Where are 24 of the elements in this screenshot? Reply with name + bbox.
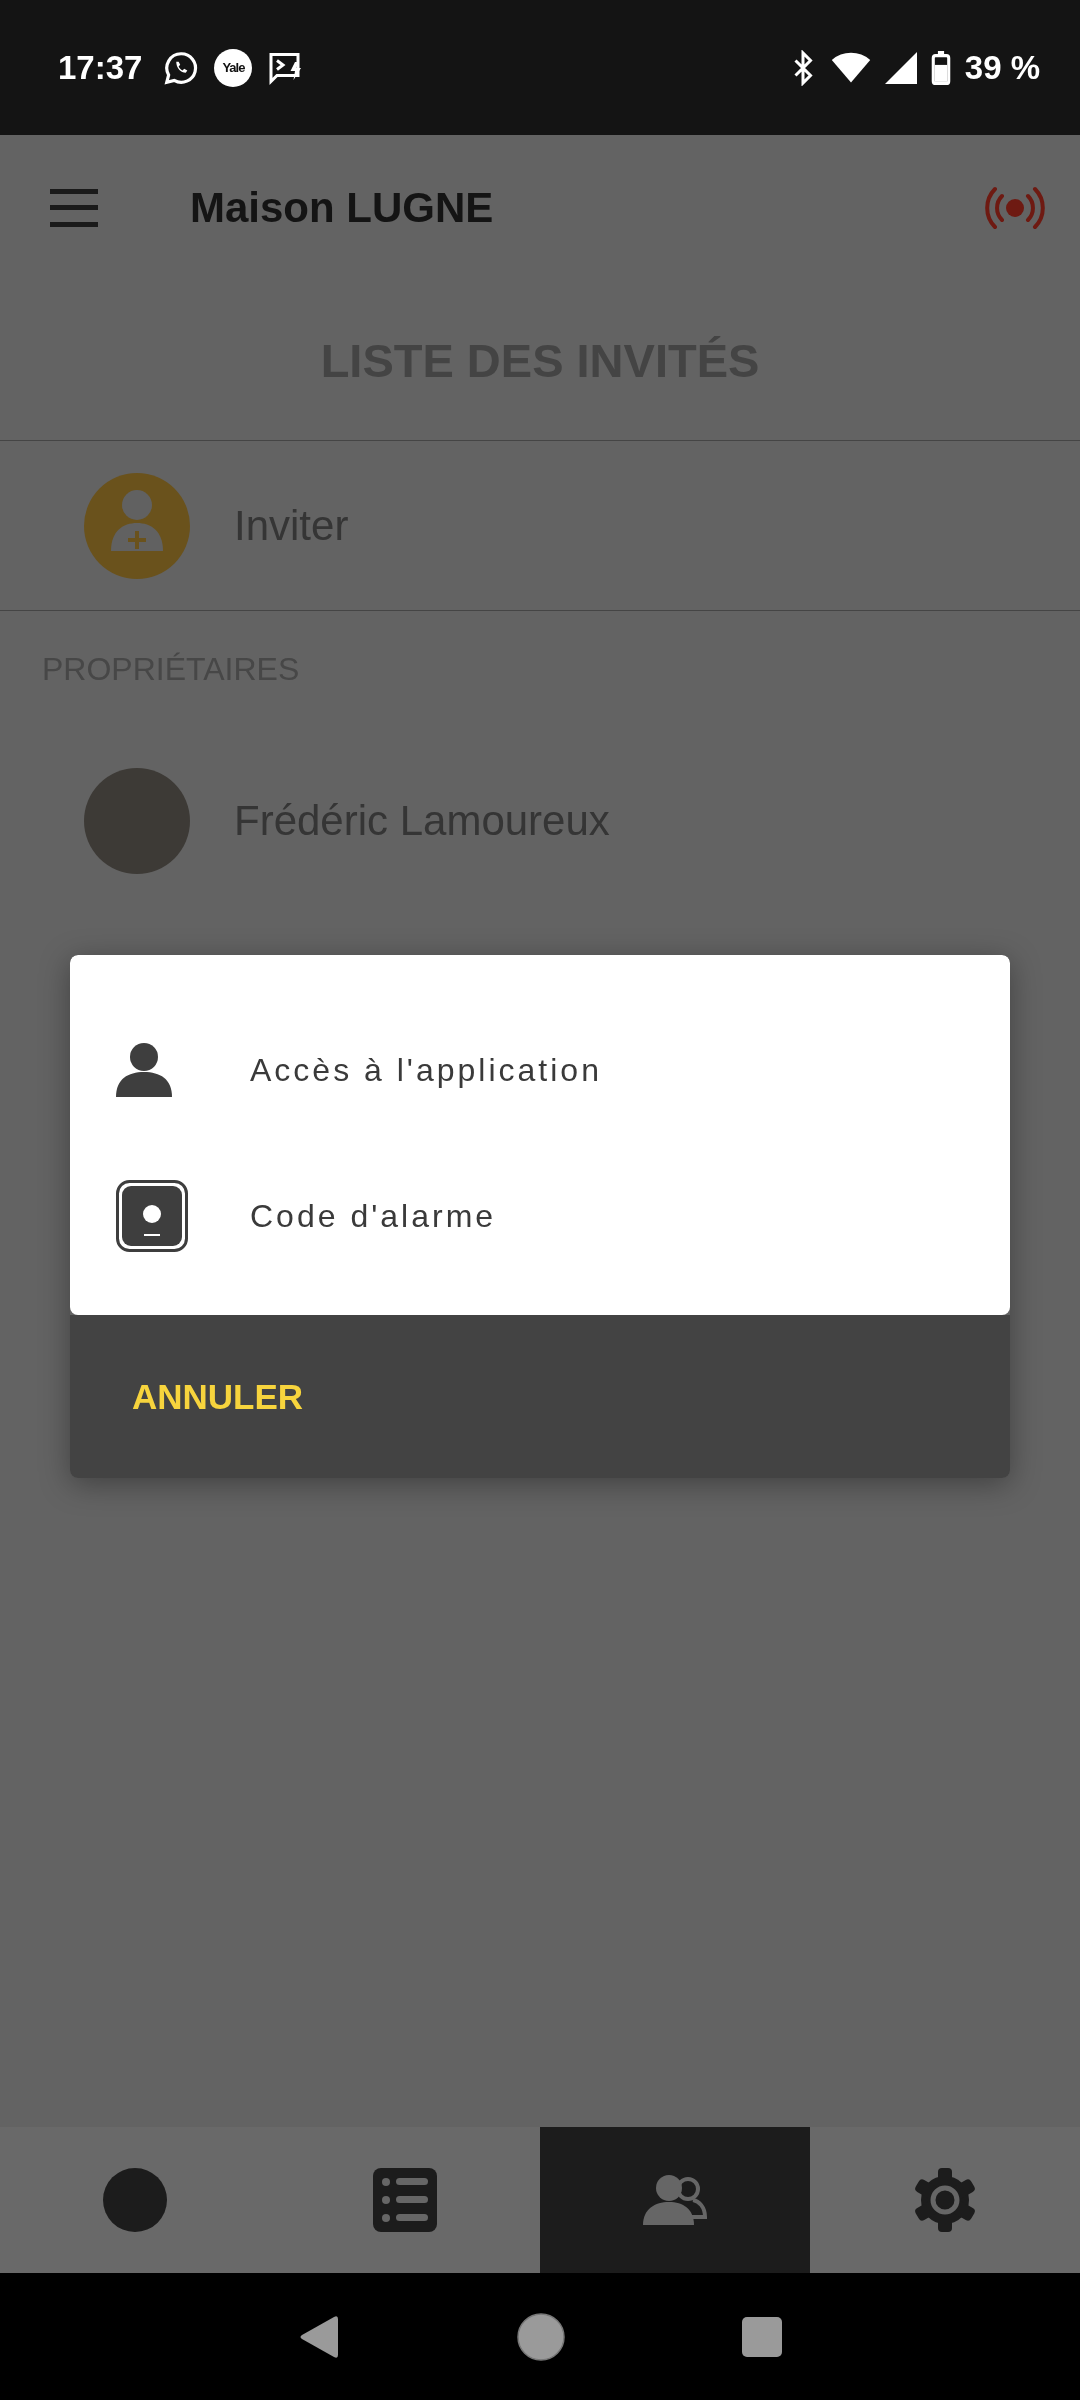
menu-button[interactable] [50,188,98,227]
home-title: Maison LUGNE [190,183,495,232]
back-icon[interactable] [298,2314,341,2359]
settings-icon [913,2168,977,2232]
alarm-signal-icon[interactable] [984,184,1046,231]
battery-percent: 39 % [964,48,1040,87]
keypad-icon [116,1180,188,1252]
add-person-icon [84,472,190,579]
cell-signal-icon [884,51,917,84]
app-badge-icon: Yale [214,48,253,87]
menu-icon [50,188,98,227]
person-icon [116,1043,172,1097]
dialog-option[interactable]: Accès à l'application [70,997,1010,1143]
recents-icon[interactable] [741,2316,782,2357]
clock-time: 17:37 [58,48,143,87]
dialog-option[interactable]: Code d'alarme [70,1143,1010,1289]
home-icon[interactable] [517,2312,565,2361]
wifi-icon [830,51,871,84]
people-icon [643,2175,707,2225]
cancel-button[interactable]: ANNULER [132,1368,304,1425]
battery-icon [930,50,951,85]
list-icon [373,2168,437,2232]
nav-tab[interactable] [540,2127,810,2273]
circle-icon [103,2168,167,2232]
